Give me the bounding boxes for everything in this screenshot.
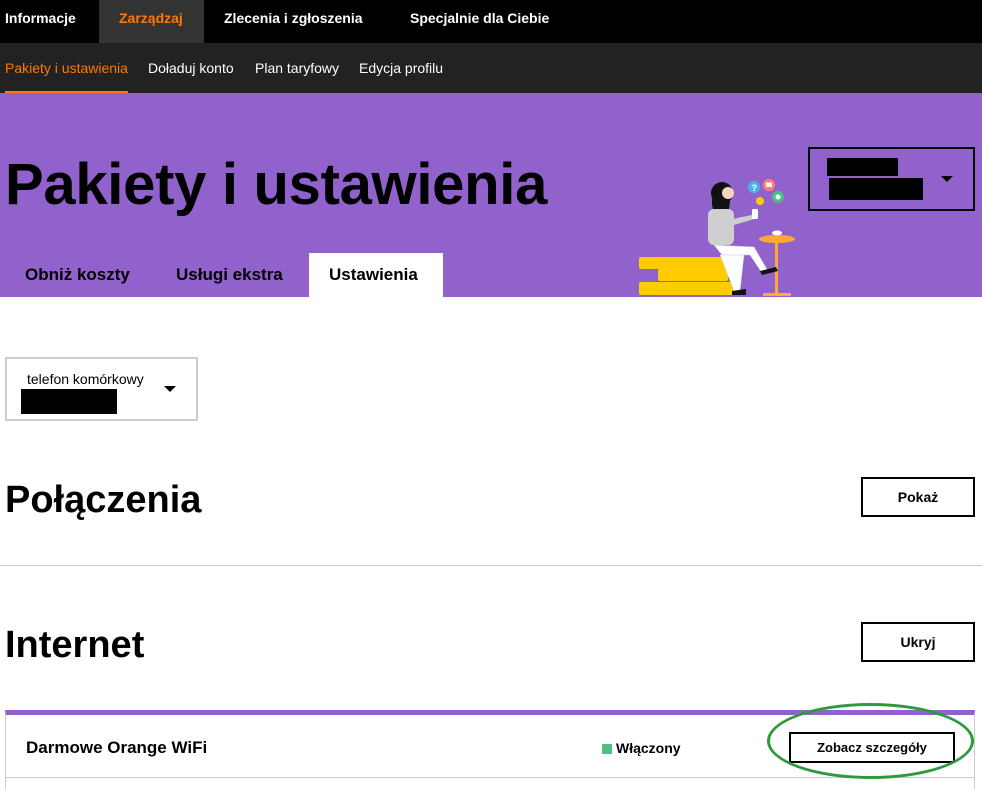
tab-ustawienia[interactable]: Ustawienia — [309, 253, 443, 297]
svg-text:?: ? — [752, 183, 758, 193]
status-dot-icon — [602, 744, 612, 754]
internet-item-card: Darmowe Orange WiFi Włączony Zobacz szcz… — [5, 710, 975, 789]
sub-nav-plan[interactable]: Plan taryfowy — [255, 43, 339, 93]
phone — [752, 209, 758, 219]
sub-nav-edycja[interactable]: Edycja profilu — [359, 43, 443, 93]
sub-nav: Pakiety i ustawienia Doładuj konto Plan … — [0, 43, 982, 93]
card-divider — [6, 777, 974, 778]
table-base — [763, 293, 791, 296]
cup — [772, 230, 782, 236]
hero-banner: Pakiety i ustawienia Obniż koszty Usługi… — [0, 93, 982, 297]
section-title-internet: Internet — [5, 624, 145, 666]
service-name: Darmowe Orange WiFi — [26, 738, 208, 757]
status-label: Włączony — [616, 740, 681, 756]
chevron-down-icon — [941, 176, 953, 182]
chevron-down-icon — [164, 386, 176, 392]
top-nav-informacje[interactable]: Informacje — [0, 0, 96, 43]
person-illustration: ? — [639, 179, 795, 296]
hide-internet-button[interactable]: Ukryj — [861, 622, 975, 662]
page-title: Pakiety i ustawienia — [5, 152, 548, 217]
redacted-account-name — [827, 158, 898, 176]
top-nav-zarzadzaj[interactable]: Zarządzaj — [99, 0, 204, 43]
phone-select-label: telefon komórkowy — [27, 371, 144, 387]
redacted-account-number — [829, 178, 923, 200]
face — [722, 187, 734, 199]
see-details-button[interactable]: Zobacz szczegóły — [789, 732, 955, 763]
cushion-bottom — [639, 282, 735, 295]
torso — [708, 209, 734, 245]
dot-bubble-icon — [756, 197, 764, 205]
redacted-phone-number — [21, 389, 117, 414]
top-nav: Informacje Zarządzaj Zlecenia i zgłoszen… — [0, 0, 982, 43]
account-selector[interactable] — [808, 147, 975, 211]
status-badge: Włączony — [602, 740, 681, 756]
top-nav-specjalnie[interactable]: Specjalnie dla Ciebie — [390, 0, 569, 43]
section-divider — [0, 565, 982, 566]
top-nav-zlecenia[interactable]: Zlecenia i zgłoszenia — [204, 0, 383, 43]
sub-nav-pakiety[interactable]: Pakiety i ustawienia — [5, 43, 128, 93]
section-title-connections: Połączenia — [5, 479, 202, 521]
tab-obniz-koszty[interactable]: Obniż koszty — [5, 253, 150, 297]
phone-number-select[interactable]: telefon komórkowy — [5, 357, 198, 421]
arm — [732, 215, 754, 225]
cushion-middle — [658, 269, 728, 281]
show-connections-button[interactable]: Pokaż — [861, 477, 975, 517]
tab-uslugi-ekstra[interactable]: Usługi ekstra — [156, 253, 303, 297]
cushion-top — [639, 257, 735, 269]
sub-nav-doladuj[interactable]: Doładuj konto — [148, 43, 234, 93]
